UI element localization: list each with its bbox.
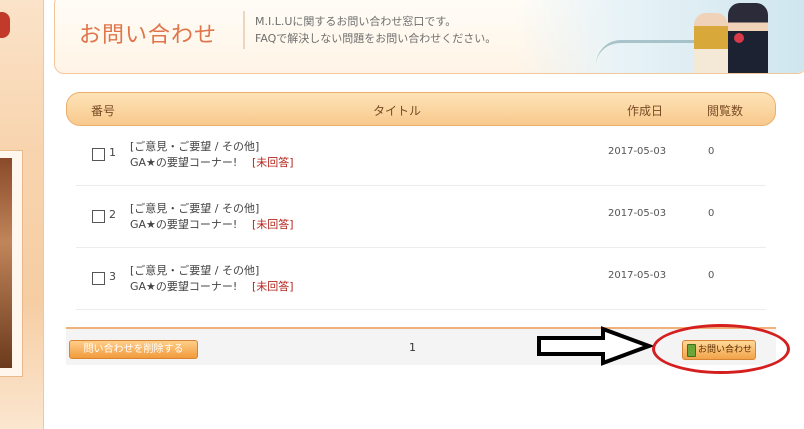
row-number: 2 [109,208,116,221]
column-header-number: 番号 [91,104,116,118]
row-number: 1 [109,146,116,159]
row-status: [未回答] [252,218,294,231]
side-photo [0,158,12,368]
column-header-views: 閲覧数 [707,104,744,118]
decor-tab [0,12,10,38]
row-title-link[interactable]: GA★の要望コーナー! [130,216,237,232]
highlight-ellipse [652,324,790,374]
row-checkbox[interactable] [92,210,105,223]
character-left [694,13,728,73]
arrow-annotation-icon [537,326,655,366]
left-side-banner [0,0,43,429]
row-status: [未回答] [252,156,294,169]
table-header: 番号 タイトル 作成日 閲覧数 [66,92,776,126]
row-date: 2017-05-03 [608,146,667,157]
row-category[interactable]: [ご意見・ご要望 / その他] [130,200,259,216]
row-checkbox[interactable] [92,148,105,161]
row-date: 2017-05-03 [608,270,667,281]
table-row[interactable]: 3 [ご意見・ご要望 / その他] GA★の要望コーナー! [未回答] 2017… [76,248,766,310]
row-status: [未回答] [252,280,294,293]
row-title-link[interactable]: GA★の要望コーナー! [130,154,237,170]
row-title-link[interactable]: GA★の要望コーナー! [130,278,237,294]
row-category[interactable]: [ご意見・ご要望 / その他] [130,138,259,154]
row-checkbox[interactable] [92,272,105,285]
row-views: 0 [708,208,715,219]
row-date: 2017-05-03 [608,208,667,219]
header-description-line1: M.I.L.Uに関するお問い合わせ窓口です。 [255,15,457,28]
header-divider [243,11,245,49]
column-header-date: 作成日 [627,104,664,118]
inquiry-table: 番号 タイトル 作成日 閲覧数 1 [ご意見・ご要望 / その他] GA★の要望… [66,92,776,310]
pagination-current-page[interactable]: 1 [409,341,416,354]
header-description-line2: FAQで解決しない問題をお問い合わせください。 [255,32,497,45]
row-views: 0 [708,270,715,281]
character-right [728,3,768,73]
delete-inquiry-button[interactable]: 問い合わせを削除する [69,340,198,359]
row-number: 3 [109,270,116,283]
row-category[interactable]: [ご意見・ご要望 / その他] [130,262,259,278]
page-title: お問い合わせ [79,23,218,48]
page-header: お問い合わせ M.I.L.Uに関するお問い合わせ窓口です。 FAQで解決しない問… [54,0,804,74]
table-row[interactable]: 1 [ご意見・ご要望 / その他] GA★の要望コーナー! [未回答] 2017… [76,124,766,186]
column-header-title: タイトル [373,104,422,118]
row-views: 0 [708,146,715,157]
header-illustration [516,0,804,73]
table-row[interactable]: 2 [ご意見・ご要望 / その他] GA★の要望コーナー! [未回答] 2017… [76,186,766,248]
